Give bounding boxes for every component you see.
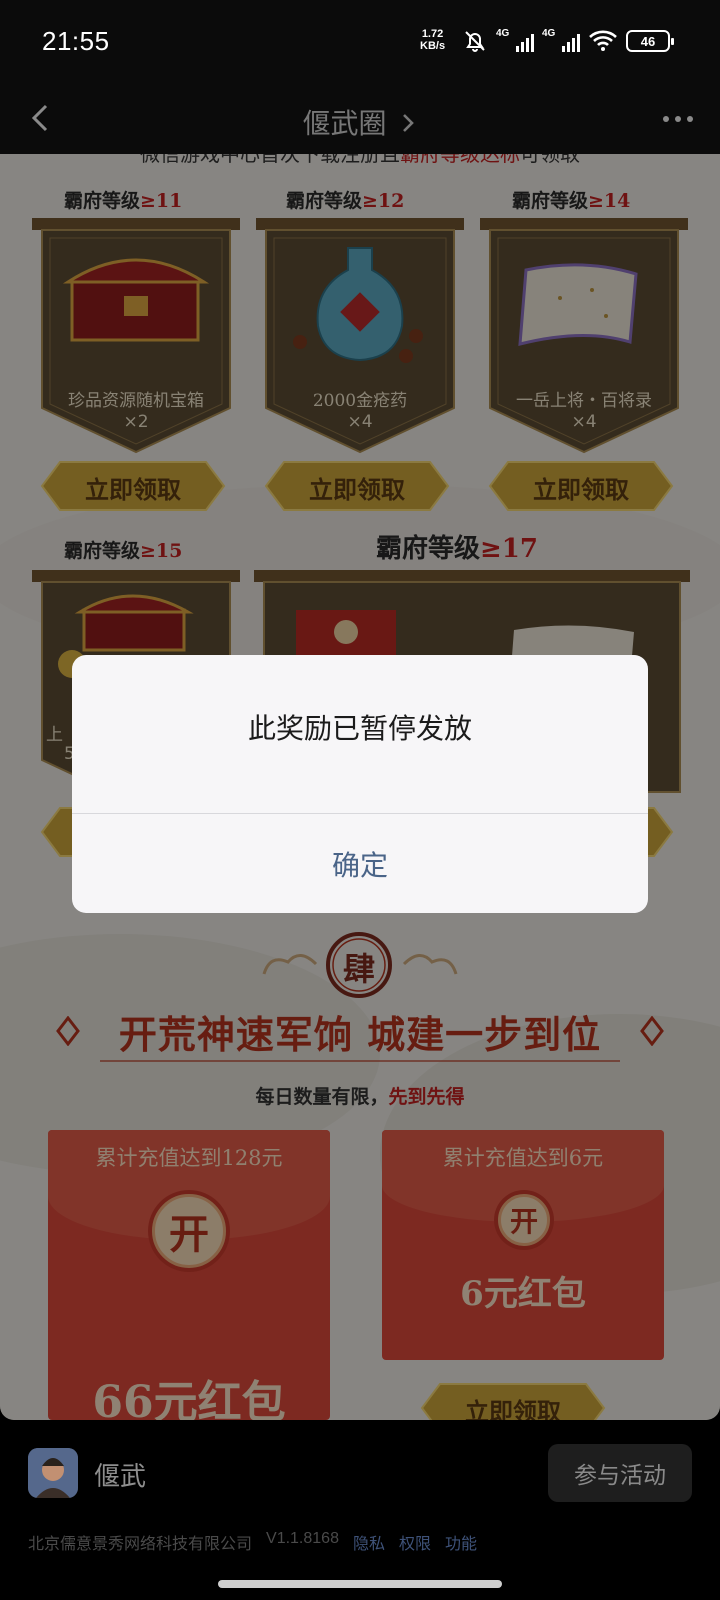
- signal-icon: 4G: [496, 28, 534, 52]
- features-link[interactable]: 功能: [445, 1530, 477, 1554]
- status-time: 21:55: [42, 26, 110, 56]
- network-speed-unit: KB/s: [420, 40, 446, 52]
- more-options-icon[interactable]: [658, 104, 698, 134]
- nav-bar: 偃武圈: [0, 84, 720, 154]
- app-name[interactable]: 偃武: [94, 1456, 146, 1493]
- signal-label: 4G: [496, 28, 510, 39]
- bottom-bar: 偃武 参与活动 北京儒意景秀网络科技有限公司 V1.1.8168 隐私 权限 功…: [0, 1420, 720, 1600]
- privacy-link[interactable]: 隐私: [353, 1530, 385, 1554]
- network-speed: 1.72 KB/s: [420, 28, 445, 52]
- mute-bell-icon: [465, 31, 485, 52]
- wifi-icon: [589, 30, 617, 51]
- footer-info: 北京儒意景秀网络科技有限公司 V1.1.8168 隐私 权限 功能: [28, 1530, 477, 1554]
- status-bar: 21:55 1.72 KB/s 4G 4G 46: [0, 0, 720, 84]
- dialog-message: 此奖励已暂停发放: [247, 712, 472, 745]
- app-avatar[interactable]: [28, 1448, 78, 1498]
- confirm-button[interactable]: 确定: [72, 814, 648, 913]
- app-version: V1.1.8168: [266, 1530, 339, 1547]
- battery-icon: 46: [626, 30, 674, 52]
- status-icons: 4G 4G 46: [462, 26, 674, 56]
- join-activity-button[interactable]: 参与活动: [548, 1444, 692, 1502]
- permissions-link[interactable]: 权限: [399, 1530, 431, 1554]
- alert-dialog: 此奖励已暂停发放 确定: [72, 655, 648, 913]
- chevron-right-icon: [403, 114, 415, 132]
- warrior-portrait-icon: [28, 1448, 78, 1498]
- network-speed-value: 1.72: [421, 28, 444, 40]
- nav-title-text: 偃武圈: [302, 107, 387, 140]
- company-name: 北京儒意景秀网络科技有限公司: [28, 1536, 253, 1553]
- home-indicator[interactable]: [218, 1580, 502, 1588]
- signal-icon: 4G: [542, 28, 580, 52]
- signal-label: 4G: [542, 28, 556, 39]
- nav-title[interactable]: 偃武圈: [0, 102, 720, 142]
